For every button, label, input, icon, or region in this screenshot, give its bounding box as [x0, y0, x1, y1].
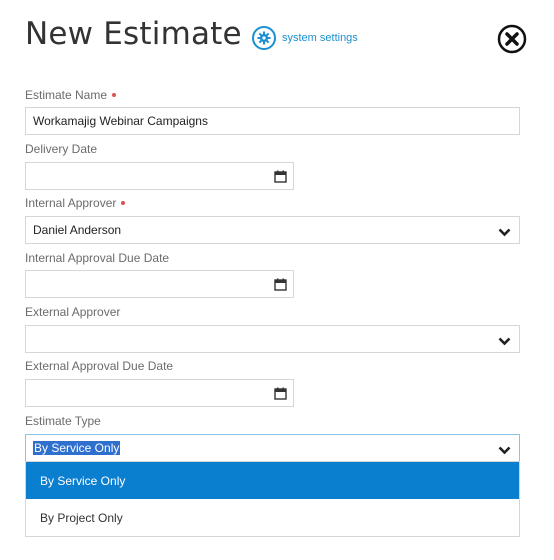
internal-approver-select[interactable]: Daniel Anderson	[25, 216, 520, 244]
internal-due-date-label-text: Internal Approval Due Date	[25, 251, 170, 265]
internal-due-date-label: Internal Approval Due Date	[25, 251, 169, 265]
external-approver-select[interactable]	[25, 325, 520, 353]
chevron-down-icon	[498, 335, 511, 349]
delivery-date-input[interactable]	[25, 162, 294, 190]
estimate-type-value: By Service Only	[33, 441, 121, 455]
estimate-type-label-text: Estimate Type	[25, 414, 101, 428]
chevron-down-icon	[498, 444, 511, 458]
delivery-date-label: Delivery Date	[25, 142, 97, 156]
estimate-type-dropdown: By Service Only By Project Only	[25, 461, 520, 537]
page-title: New Estimate	[25, 16, 242, 52]
chevron-down-icon	[498, 226, 511, 240]
calendar-icon[interactable]	[274, 170, 287, 186]
system-settings-label: system settings	[282, 32, 358, 44]
internal-approver-value: Daniel Anderson	[33, 223, 122, 237]
estimate-name-input[interactable]: Workamajig Webinar Campaigns	[25, 107, 520, 135]
external-due-date-input[interactable]	[25, 379, 294, 407]
dropdown-option-by-service-only[interactable]: By Service Only	[26, 462, 519, 499]
external-due-date-label: External Approval Due Date	[25, 359, 173, 373]
calendar-icon[interactable]	[274, 278, 287, 294]
calendar-icon[interactable]	[274, 387, 287, 403]
external-approver-label-text: External Approver	[25, 305, 121, 319]
system-settings-link[interactable]: system settings	[252, 26, 358, 50]
required-indicator	[121, 201, 126, 205]
gear-icon	[252, 26, 276, 50]
external-approver-label: External Approver	[25, 305, 120, 319]
internal-approver-label-text: Internal Approver	[25, 196, 117, 210]
close-icon	[497, 24, 527, 54]
delivery-date-label-text: Delivery Date	[25, 142, 98, 156]
estimate-type-label: Estimate Type	[25, 414, 101, 428]
internal-due-date-input[interactable]	[25, 270, 294, 298]
dropdown-option-by-project-only[interactable]: By Project Only	[26, 499, 519, 536]
estimate-name-value: Workamajig Webinar Campaigns	[33, 114, 208, 128]
required-indicator	[112, 93, 117, 97]
internal-approver-label: Internal Approver	[25, 196, 126, 210]
estimate-type-select[interactable]: By Service Only	[25, 434, 520, 462]
external-due-date-label-text: External Approval Due Date	[25, 359, 174, 373]
estimate-name-label: Estimate Name	[25, 88, 117, 102]
close-button[interactable]	[497, 24, 527, 54]
estimate-name-label-text: Estimate Name	[25, 88, 108, 102]
